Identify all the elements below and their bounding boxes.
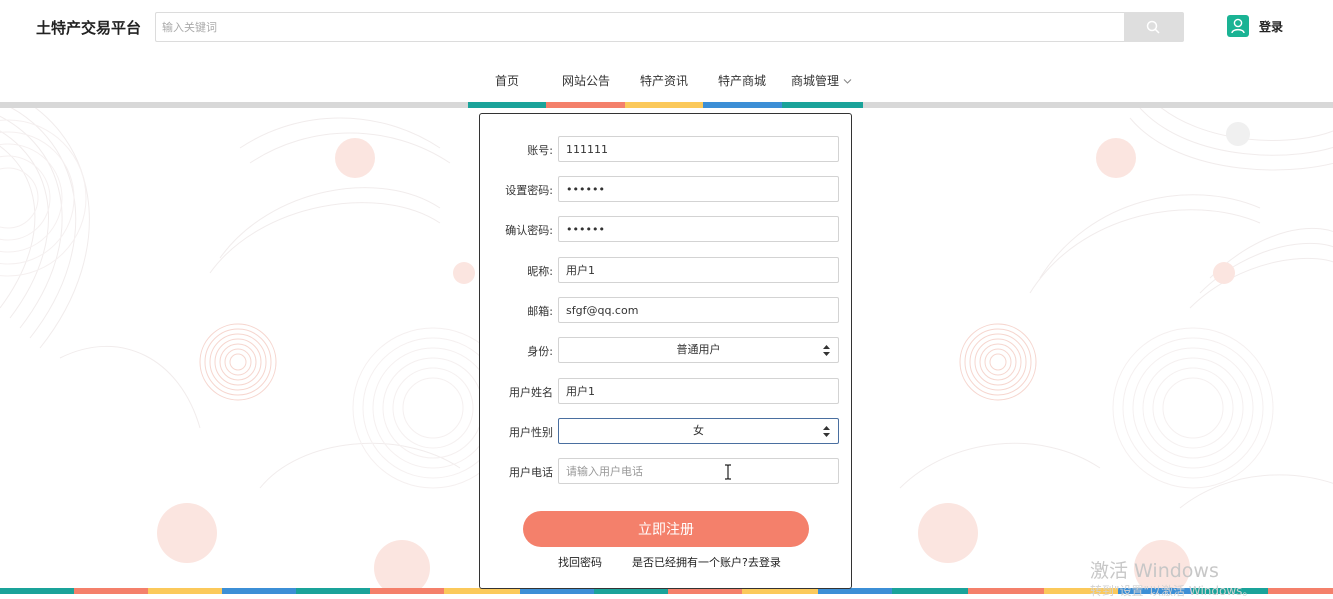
register-button[interactable]: 立即注册 bbox=[523, 511, 809, 547]
search-input[interactable] bbox=[155, 12, 1125, 42]
search-icon bbox=[1146, 20, 1160, 34]
role-select-value: 普通用户 bbox=[676, 343, 721, 356]
role-select[interactable]: 普通用户 bbox=[558, 337, 839, 363]
nickname-label: 昵称: bbox=[527, 265, 553, 278]
windows-activation-watermark: 激活 Windows bbox=[1090, 560, 1219, 582]
real-name-input[interactable] bbox=[558, 378, 839, 404]
text-cursor-icon bbox=[725, 464, 731, 480]
user-icon[interactable] bbox=[1227, 15, 1249, 37]
forgot-password-link[interactable]: 找回密码 bbox=[558, 554, 602, 570]
password-label: 设置密码: bbox=[505, 184, 553, 197]
windows-activation-subtitle: 转到"设置"以激活 Windows。 bbox=[1090, 584, 1255, 598]
go-login-link[interactable]: 是否已经拥有一个账户?去登录 bbox=[632, 554, 781, 570]
header: 土特产交易平台 登录 bbox=[0, 0, 1333, 55]
real-name-label: 用户姓名 bbox=[509, 386, 553, 399]
form-row-real-name: 用户姓名 bbox=[480, 378, 853, 404]
confirm-password-label: 确认密码: bbox=[505, 224, 553, 237]
gender-select-value: 女 bbox=[693, 424, 704, 437]
email-label: 邮箱: bbox=[527, 305, 553, 318]
password-input[interactable] bbox=[558, 176, 839, 202]
gender-select[interactable]: 女 bbox=[558, 418, 839, 444]
phone-label: 用户电话 bbox=[509, 466, 553, 479]
email-input[interactable] bbox=[558, 297, 839, 323]
search-button[interactable] bbox=[1124, 12, 1184, 42]
form-row-account: 账号: bbox=[480, 136, 853, 162]
gender-label: 用户性别 bbox=[509, 426, 553, 439]
register-form: 账号: 设置密码: 确认密码: 昵称: 邮箱: 身份: 普通用户 用户姓名 用户… bbox=[479, 113, 852, 589]
chevron-down-icon bbox=[843, 74, 852, 88]
form-row-nickname: 昵称: bbox=[480, 257, 853, 283]
form-row-gender: 用户性别 女 bbox=[480, 418, 853, 444]
form-row-role: 身份: 普通用户 bbox=[480, 337, 853, 363]
confirm-password-input[interactable] bbox=[558, 216, 839, 242]
nickname-input[interactable] bbox=[558, 257, 839, 283]
form-row-email: 邮箱: bbox=[480, 297, 853, 323]
role-label: 身份: bbox=[527, 345, 553, 358]
form-row-phone: 用户电话 bbox=[480, 458, 853, 484]
account-label: 账号: bbox=[527, 144, 553, 157]
nav-mall-management[interactable]: 商城管理 bbox=[791, 72, 852, 89]
nav-home[interactable]: 首页 bbox=[495, 72, 519, 89]
nav-mall-management-label: 商城管理 bbox=[791, 74, 840, 88]
site-logo[interactable]: 土特产交易平台 bbox=[36, 17, 141, 38]
nav-announcements[interactable]: 网站公告 bbox=[562, 72, 610, 89]
account-input[interactable] bbox=[558, 136, 839, 162]
form-row-password: 设置密码: bbox=[480, 176, 853, 202]
phone-input[interactable] bbox=[558, 458, 839, 484]
form-row-confirm-password: 确认密码: bbox=[480, 216, 853, 242]
main-nav: 首页 网站公告 特产资讯 特产商城 商城管理 bbox=[0, 55, 1333, 100]
select-arrows-icon bbox=[823, 426, 830, 437]
login-link[interactable]: 登录 bbox=[1259, 18, 1283, 35]
select-arrows-icon bbox=[823, 345, 830, 356]
nav-mall[interactable]: 特产商城 bbox=[718, 72, 766, 89]
nav-news[interactable]: 特产资讯 bbox=[640, 72, 688, 89]
